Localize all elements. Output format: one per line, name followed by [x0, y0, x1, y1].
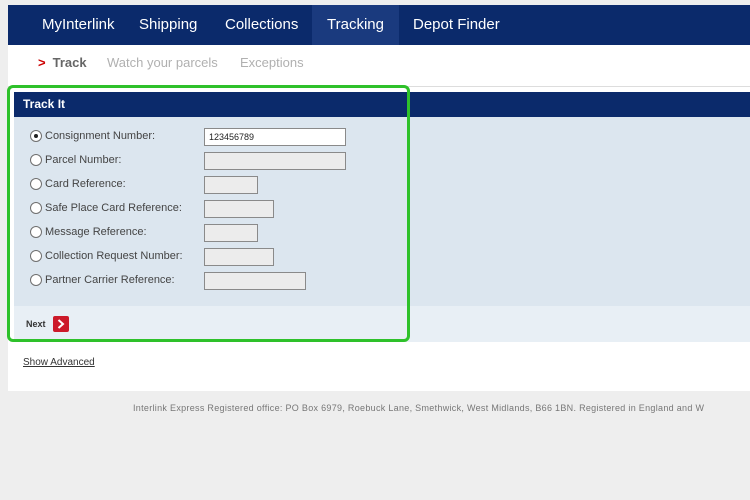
card-reference-input[interactable]: [204, 176, 258, 194]
radio-consignment-number[interactable]: [30, 130, 42, 142]
radio-message-reference[interactable]: [30, 226, 42, 238]
chevron-right-icon: [53, 316, 69, 332]
subnav-track-label: Track: [52, 55, 87, 70]
track-panel-title: Track It: [23, 97, 66, 111]
registered-office-footer: Interlink Express Registered office: PO …: [133, 403, 705, 413]
nav-shipping[interactable]: Shipping: [124, 5, 212, 45]
top-navigation: MyInterlink Shipping Collections Trackin…: [8, 5, 750, 45]
sub-navigation: > Track Watch your parcels Exceptions: [8, 45, 750, 87]
label-parcel-number: Parcel Number:: [45, 154, 122, 166]
show-advanced-link[interactable]: Show Advanced: [23, 357, 95, 368]
label-collection-request-number: Collection Request Number:: [45, 250, 183, 262]
subnav-exceptions[interactable]: Exceptions: [240, 45, 304, 81]
parcel-number-input[interactable]: [204, 152, 346, 170]
label-safe-place-card-reference: Safe Place Card Reference:: [45, 202, 182, 214]
label-card-reference: Card Reference:: [45, 178, 126, 190]
radio-partner-carrier-reference[interactable]: [30, 274, 42, 286]
message-reference-input[interactable]: [204, 224, 258, 242]
next-label: Next: [26, 319, 46, 329]
track-panel-header: Track It: [14, 92, 750, 117]
partner-carrier-reference-input[interactable]: [204, 272, 306, 290]
collection-request-number-input[interactable]: [204, 248, 274, 266]
consignment-number-input[interactable]: 123456789: [204, 128, 346, 146]
label-message-reference: Message Reference:: [45, 226, 147, 238]
nav-collections[interactable]: Collections: [210, 5, 313, 45]
safe-place-card-reference-input[interactable]: [204, 200, 274, 218]
nav-myinterlink[interactable]: MyInterlink: [27, 5, 130, 45]
radio-collection-request-number[interactable]: [30, 250, 42, 262]
label-consignment-number: Consignment Number:: [45, 130, 156, 142]
label-partner-carrier-reference: Partner Carrier Reference:: [45, 274, 175, 286]
radio-parcel-number[interactable]: [30, 154, 42, 166]
active-arrow-icon: >: [38, 55, 46, 70]
subnav-track[interactable]: > Track: [38, 45, 87, 81]
subnav-watch-parcels[interactable]: Watch your parcels: [107, 45, 218, 81]
track-panel-body: Consignment Number: 123456789 Parcel Num…: [14, 117, 750, 306]
page-content: > Track Watch your parcels Exceptions Tra…: [8, 45, 750, 391]
nav-tracking[interactable]: Tracking: [312, 5, 399, 45]
nav-depot-finder[interactable]: Depot Finder: [398, 5, 515, 45]
track-panel-footer: Next: [14, 306, 750, 342]
radio-safe-place-card-reference[interactable]: [30, 202, 42, 214]
radio-card-reference[interactable]: [30, 178, 42, 190]
